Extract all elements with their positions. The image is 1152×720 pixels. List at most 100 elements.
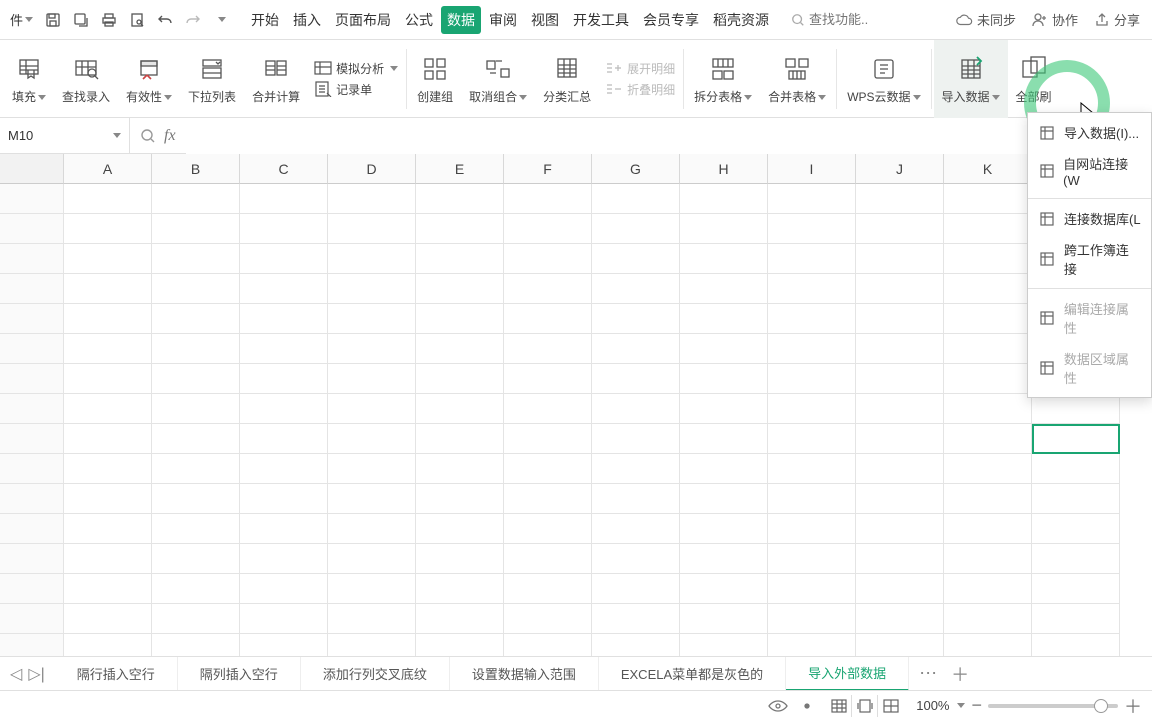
cell[interactable] bbox=[328, 394, 416, 424]
tab-data[interactable]: 数据 bbox=[441, 6, 481, 34]
tab-develop[interactable]: 开发工具 bbox=[567, 6, 635, 34]
cell[interactable] bbox=[1032, 634, 1120, 656]
cell[interactable] bbox=[592, 394, 680, 424]
cell[interactable] bbox=[504, 574, 592, 604]
cell[interactable] bbox=[416, 424, 504, 454]
cell[interactable] bbox=[768, 514, 856, 544]
cell[interactable] bbox=[504, 334, 592, 364]
cell[interactable] bbox=[768, 244, 856, 274]
cell[interactable] bbox=[592, 184, 680, 214]
cell[interactable] bbox=[328, 604, 416, 634]
sync-status[interactable]: 未同步 bbox=[955, 10, 1016, 29]
cell[interactable] bbox=[944, 274, 1032, 304]
cell[interactable] bbox=[64, 634, 152, 656]
cell[interactable] bbox=[1032, 514, 1120, 544]
cell[interactable] bbox=[416, 454, 504, 484]
row-header[interactable] bbox=[0, 214, 64, 244]
cell[interactable] bbox=[504, 214, 592, 244]
refresh-all-button[interactable]: 全部刷 bbox=[1008, 40, 1060, 118]
column-header[interactable]: G bbox=[592, 154, 680, 184]
sheet-nav-last-icon[interactable]: ▷| bbox=[28, 664, 44, 684]
row-header[interactable] bbox=[0, 514, 64, 544]
cell[interactable] bbox=[592, 604, 680, 634]
cell[interactable] bbox=[416, 304, 504, 334]
cell[interactable] bbox=[64, 454, 152, 484]
cell[interactable] bbox=[152, 394, 240, 424]
collapse-detail-button[interactable]: 折叠明细 bbox=[605, 81, 675, 98]
cell[interactable] bbox=[592, 274, 680, 304]
cell[interactable] bbox=[504, 244, 592, 274]
dropdown-item[interactable]: 自网站连接(W bbox=[1028, 148, 1151, 194]
name-box[interactable]: M10 bbox=[0, 118, 130, 154]
cell[interactable] bbox=[152, 274, 240, 304]
cell[interactable] bbox=[240, 514, 328, 544]
add-sheet-icon[interactable]: ＋ bbox=[951, 661, 969, 687]
cell[interactable] bbox=[680, 574, 768, 604]
wps-cloud-data-button[interactable]: WPS云数据 bbox=[839, 40, 928, 118]
cell[interactable] bbox=[416, 484, 504, 514]
cell[interactable] bbox=[328, 634, 416, 656]
cell[interactable] bbox=[592, 244, 680, 274]
sheet-tab[interactable]: 设置数据输入范围 bbox=[450, 657, 599, 691]
cell[interactable] bbox=[680, 424, 768, 454]
ungroup-button[interactable]: 取消组合 bbox=[461, 40, 535, 118]
cell[interactable] bbox=[680, 544, 768, 574]
cell[interactable] bbox=[856, 544, 944, 574]
cancel-fx-icon[interactable] bbox=[140, 128, 156, 144]
tab-start[interactable]: 开始 bbox=[245, 6, 285, 34]
cell[interactable] bbox=[504, 274, 592, 304]
cell[interactable] bbox=[856, 574, 944, 604]
fx-icon[interactable]: fx bbox=[164, 127, 176, 145]
search-input[interactable] bbox=[809, 12, 909, 27]
cell[interactable] bbox=[64, 574, 152, 604]
cell[interactable] bbox=[504, 454, 592, 484]
cell[interactable] bbox=[416, 634, 504, 656]
cell[interactable] bbox=[328, 514, 416, 544]
column-header[interactable]: K bbox=[944, 154, 1032, 184]
validation-button[interactable]: 有效性 bbox=[118, 40, 180, 118]
cell[interactable] bbox=[768, 304, 856, 334]
cell[interactable] bbox=[240, 574, 328, 604]
cell[interactable] bbox=[944, 334, 1032, 364]
cell[interactable] bbox=[328, 364, 416, 394]
row-header[interactable] bbox=[0, 454, 64, 484]
cell[interactable] bbox=[328, 244, 416, 274]
cell[interactable] bbox=[240, 214, 328, 244]
sheet-tab[interactable]: 导入外部数据 bbox=[786, 657, 909, 691]
column-header[interactable]: H bbox=[680, 154, 768, 184]
cell[interactable] bbox=[944, 544, 1032, 574]
sheet-tab[interactable]: 隔行插入空行 bbox=[55, 657, 178, 691]
row-header[interactable] bbox=[0, 424, 64, 454]
cell[interactable] bbox=[64, 604, 152, 634]
cell[interactable] bbox=[240, 634, 328, 656]
dropdown-item[interactable]: 导入数据(I)... bbox=[1028, 117, 1151, 148]
cell[interactable] bbox=[592, 634, 680, 656]
cell[interactable] bbox=[240, 394, 328, 424]
cell[interactable] bbox=[416, 514, 504, 544]
cell[interactable] bbox=[680, 454, 768, 484]
cell[interactable] bbox=[64, 484, 152, 514]
cell[interactable] bbox=[416, 574, 504, 604]
record-form-button[interactable]: 记录单 bbox=[314, 81, 398, 98]
zoom-out-icon[interactable]: − bbox=[971, 695, 982, 716]
zoom-slider[interactable] bbox=[988, 704, 1118, 708]
feature-search[interactable] bbox=[791, 12, 951, 27]
dropdown-item[interactable]: 跨工作簿连接 bbox=[1028, 234, 1151, 284]
collaborate-button[interactable]: 协作 bbox=[1032, 10, 1078, 29]
cell[interactable] bbox=[240, 364, 328, 394]
tab-member[interactable]: 会员专享 bbox=[637, 6, 705, 34]
cell[interactable] bbox=[504, 364, 592, 394]
cell[interactable] bbox=[416, 544, 504, 574]
cell[interactable] bbox=[680, 274, 768, 304]
cell[interactable] bbox=[152, 454, 240, 484]
cell[interactable] bbox=[328, 484, 416, 514]
share-button[interactable]: 分享 bbox=[1094, 10, 1140, 29]
cell[interactable] bbox=[152, 214, 240, 244]
merge-tables-button[interactable]: 合并表格 bbox=[760, 40, 834, 118]
column-header[interactable]: A bbox=[64, 154, 152, 184]
dropdown-item[interactable]: 连接数据库(L bbox=[1028, 203, 1151, 234]
cell[interactable] bbox=[1032, 394, 1120, 424]
cell[interactable] bbox=[240, 604, 328, 634]
cell[interactable] bbox=[944, 634, 1032, 656]
print-icon[interactable] bbox=[97, 8, 121, 32]
